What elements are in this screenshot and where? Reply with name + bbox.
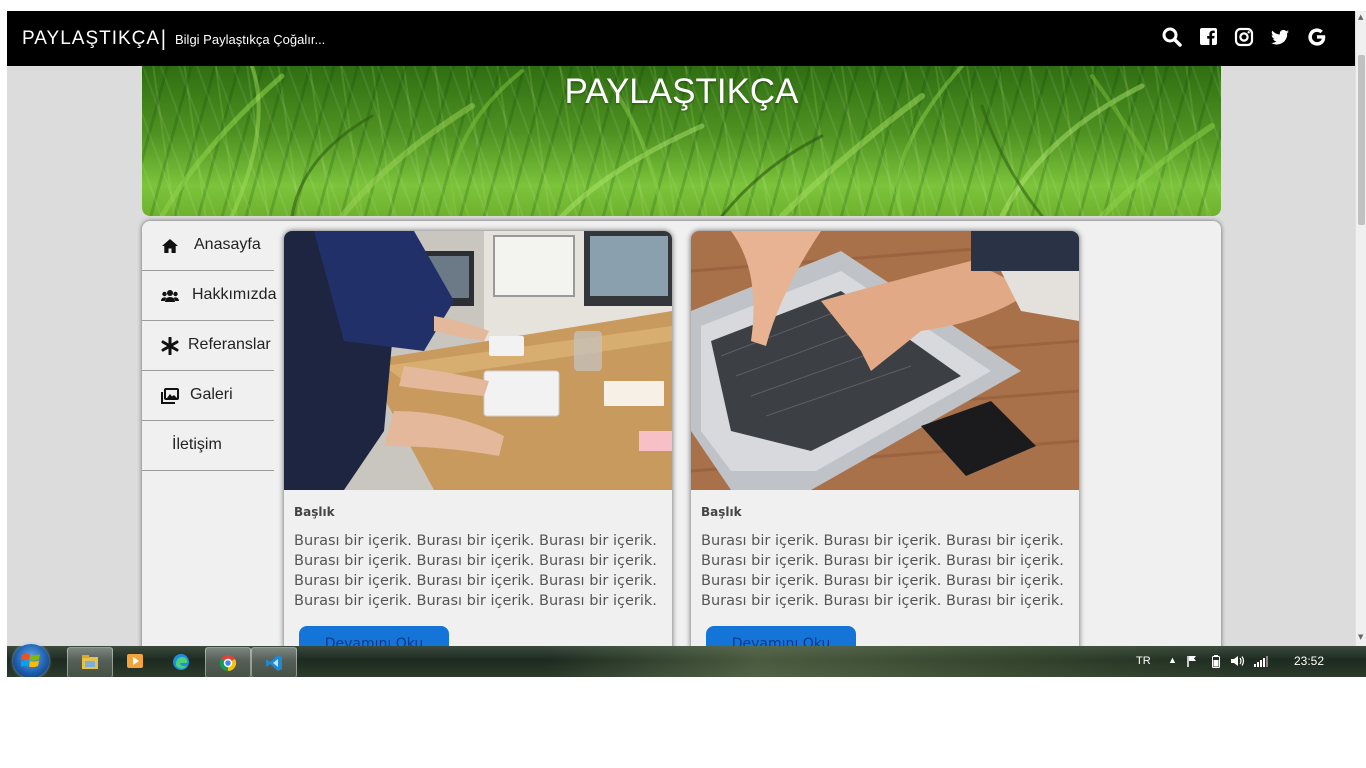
sidebar-item-hakkimizda[interactable]: Hakkımızda: [142, 271, 277, 321]
hero-title: PAYLAŞTIKÇA: [564, 72, 799, 111]
sidebar-item-anasayfa[interactable]: Anasayfa: [142, 221, 274, 271]
card-title: Başlık: [701, 505, 742, 519]
images-icon: [161, 387, 179, 405]
site-tagline: Bilgi Paylaştıkça Çoğalır...: [175, 32, 326, 47]
language-indicator[interactable]: TR: [1136, 655, 1151, 667]
windows-logo-icon: [21, 653, 40, 668]
sidebar-item-label: Galeri: [190, 386, 233, 403]
card-body-text: Burası bir içerik. Burası bir içerik. Bu…: [294, 533, 657, 609]
office-desk-typing-photo: [284, 231, 672, 490]
content-panel: Anasayfa Hakkımızda Referanslar Galeri İ…: [142, 221, 1221, 671]
sidebar-item-iletisim[interactable]: İletişim: [142, 421, 274, 471]
card-body-text: Burası bir içerik. Burası bir içerik. Bu…: [701, 533, 1064, 609]
hands-on-laptop-photo: [691, 231, 1079, 490]
facebook-icon[interactable]: [1199, 27, 1221, 49]
browser-viewport: PAYLAŞTIKÇA | Bilgi Paylaştıkça Çoğalır.…: [7, 11, 1366, 677]
scrollbar-thumb[interactable]: [1358, 55, 1365, 225]
media-player-icon[interactable]: [113, 647, 157, 676]
os-taskbar: TR ▲ 23:52: [7, 644, 1366, 677]
instagram-icon[interactable]: [1234, 27, 1256, 49]
top-navbar: PAYLAŞTIKÇA | Bilgi Paylaştıkça Çoğalır.…: [7, 11, 1355, 66]
scroll-up-arrow-icon[interactable]: ▲: [1358, 13, 1363, 21]
sidebar-item-label: Referanslar: [188, 336, 271, 353]
sidebar-item-referanslar[interactable]: Referanslar: [142, 321, 274, 371]
sidebar-item-galeri[interactable]: Galeri: [142, 371, 274, 421]
home-icon: [161, 237, 179, 255]
users-icon: [161, 287, 179, 305]
file-explorer-icon[interactable]: [67, 647, 113, 677]
content-card: Başlık Burası bir içerik. Burası bir içe…: [691, 231, 1079, 671]
twitter-icon[interactable]: [1270, 27, 1292, 49]
search-icon[interactable]: [1162, 27, 1184, 49]
edge-icon[interactable]: [159, 647, 203, 676]
taskbar-clock[interactable]: 23:52: [1294, 654, 1324, 668]
system-tray: TR ▲ 23:52: [1126, 646, 1366, 677]
volume-icon[interactable]: [1230, 655, 1246, 670]
action-center-flag-icon[interactable]: [1186, 655, 1200, 670]
sidebar-item-label: İletişim: [172, 436, 222, 453]
battery-icon[interactable]: [1212, 655, 1220, 671]
site-brand[interactable]: PAYLAŞTIKÇA: [22, 28, 160, 50]
brand-separator: |: [160, 26, 167, 50]
card-title: Başlık: [294, 505, 335, 519]
sidebar-menu: Anasayfa Hakkımızda Referanslar Galeri İ…: [142, 221, 277, 471]
google-icon[interactable]: [1307, 27, 1329, 49]
sidebar-item-label: Hakkımızda: [192, 286, 277, 303]
content-card: Başlık Burası bir içerik. Burası bir içe…: [284, 231, 672, 671]
hero-banner: PAYLAŞTIKÇA: [142, 66, 1221, 216]
chrome-icon[interactable]: [205, 647, 251, 677]
asterisk-icon: [161, 337, 179, 355]
network-signal-icon[interactable]: [1254, 655, 1268, 670]
page-scrollbar[interactable]: ▲ ▼: [1355, 11, 1366, 646]
vscode-icon[interactable]: [251, 647, 297, 677]
scroll-down-arrow-icon[interactable]: ▼: [1358, 633, 1363, 641]
show-hidden-icons-icon[interactable]: ▲: [1168, 655, 1177, 665]
start-button[interactable]: [13, 644, 49, 677]
sidebar-item-label: Anasayfa: [194, 236, 261, 253]
